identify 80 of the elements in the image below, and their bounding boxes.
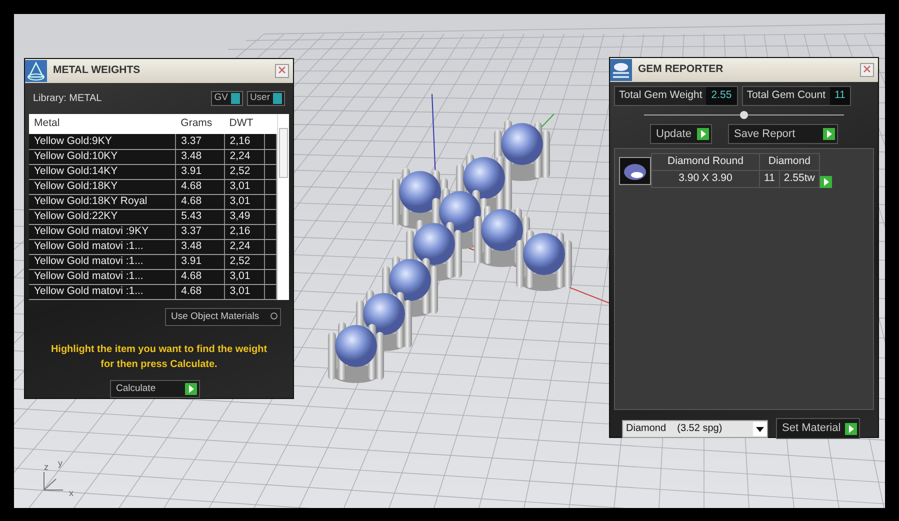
cross-pendant-drawing[interactable]: [328, 120, 572, 383]
report-button[interactable]: Save Report: [728, 124, 838, 144]
play-arrow-icon: [848, 424, 854, 432]
caret-icon: [753, 422, 767, 436]
table-cell: Yellow Gold matovi :9KY: [29, 224, 176, 239]
set-material-button[interactable]: Set Material: [776, 418, 860, 439]
table-cell: 3.48: [176, 239, 224, 254]
table-cell: Yellow Gold:18KY: [29, 179, 176, 194]
material-select[interactable]: Diamond (3.52 spg): [622, 420, 768, 438]
table-cell: 3,49: [224, 209, 264, 224]
table-cell: 3,01: [224, 284, 264, 299]
toggle-switch[interactable]: User: [246, 91, 285, 106]
total-weight-value: 2.55: [706, 87, 737, 105]
gem-list-icon: [610, 59, 632, 81]
table-cell: 2,52: [224, 164, 264, 179]
axis-gizmo-icon: [42, 470, 64, 492]
report-button[interactable]: Update: [650, 124, 712, 144]
table-cell: Diamond: [760, 154, 820, 170]
table-cell: Yellow Gold:14KY: [29, 164, 176, 179]
table-cell: 3.91: [176, 254, 224, 269]
3d-viewport[interactable]: [14, 14, 885, 508]
table-cell: 4.68: [176, 194, 224, 209]
scrollbar[interactable]: [277, 114, 289, 300]
table-cell: 2,24: [224, 149, 264, 164]
round-gem-thumbnail: [619, 156, 651, 184]
table-cell: Yellow Gold matovi :1...: [29, 254, 176, 269]
calculate-button[interactable]: Calculate: [110, 380, 200, 398]
table-cell: 2.55tw: [779, 170, 820, 188]
table-cell: 3.37: [176, 224, 224, 239]
play-arrow-icon: [188, 384, 194, 393]
close-icon: [278, 66, 286, 74]
table-cell: 4.68: [176, 269, 224, 284]
table-cell: 11: [760, 170, 780, 188]
close-button[interactable]: [275, 64, 289, 78]
column-header: DWT: [224, 114, 264, 134]
table-cell: 3.48: [176, 149, 224, 164]
table-cell: 3.90 X 3.90: [652, 170, 760, 188]
table-cell: Diamond Round: [652, 154, 760, 170]
table-cell: Yellow Gold:22KY: [29, 209, 176, 224]
table-cell: Yellow Gold matovi :1...: [29, 284, 176, 299]
play-arrow-icon: [700, 130, 706, 138]
table-cell: Yellow Gold:18KY Royal: [29, 194, 176, 209]
table-cell: 4.68: [176, 179, 224, 194]
close-button[interactable]: [860, 63, 874, 77]
table-cell: 2,52: [224, 254, 264, 269]
panel-title: METAL WEIGHTS: [53, 63, 142, 78]
column-header: Metal: [29, 114, 176, 134]
instruction-text: Highlight the item you want to find the weight for then press Calculate.: [50, 342, 268, 372]
use-object-materials-button[interactable]: Use Object Materials: [165, 308, 281, 326]
axis-label: z: [44, 461, 48, 474]
table-cell: 2,16: [224, 224, 264, 239]
splitter-handle[interactable]: [644, 110, 844, 120]
circle-icon: [270, 312, 278, 320]
table-cell: 2,16: [224, 134, 264, 149]
table-cell: 3.91: [176, 164, 224, 179]
toggle-switch[interactable]: GV: [211, 91, 243, 106]
axis-label: x: [69, 487, 74, 500]
table-cell: 2,24: [224, 239, 264, 254]
table-cell: 4.68: [176, 284, 224, 299]
pyramid-icon: [25, 60, 47, 82]
table-cell: 3,01: [224, 269, 264, 284]
axis-label: y: [58, 457, 62, 470]
table-cell: 3,01: [224, 194, 264, 209]
table-cell: Yellow Gold matovi :1...: [29, 269, 176, 284]
close-icon: [863, 65, 871, 74]
play-arrow-icon: [822, 178, 829, 186]
table-cell: Yellow Gold matovi :1...: [29, 239, 176, 254]
panel-title: GEM REPORTER: [638, 62, 724, 78]
total-count-value: 11: [830, 87, 850, 105]
library-label: Library: METAL: [33, 92, 102, 106]
table-cell: 3.37: [176, 134, 224, 149]
play-arrow-icon: [826, 130, 832, 138]
field-label: Total Gem Weight: [618, 88, 704, 103]
table-cell: Yellow Gold:10KY: [29, 149, 176, 164]
field-label: Total Gem Count: [746, 88, 826, 103]
gem-arrow-button[interactable]: [820, 176, 832, 188]
table-cell: Yellow Gold:9KY: [29, 134, 176, 149]
column-header: Grams: [176, 114, 224, 134]
table-cell: 3,01: [224, 179, 264, 194]
table-cell: 5.43: [176, 209, 224, 224]
